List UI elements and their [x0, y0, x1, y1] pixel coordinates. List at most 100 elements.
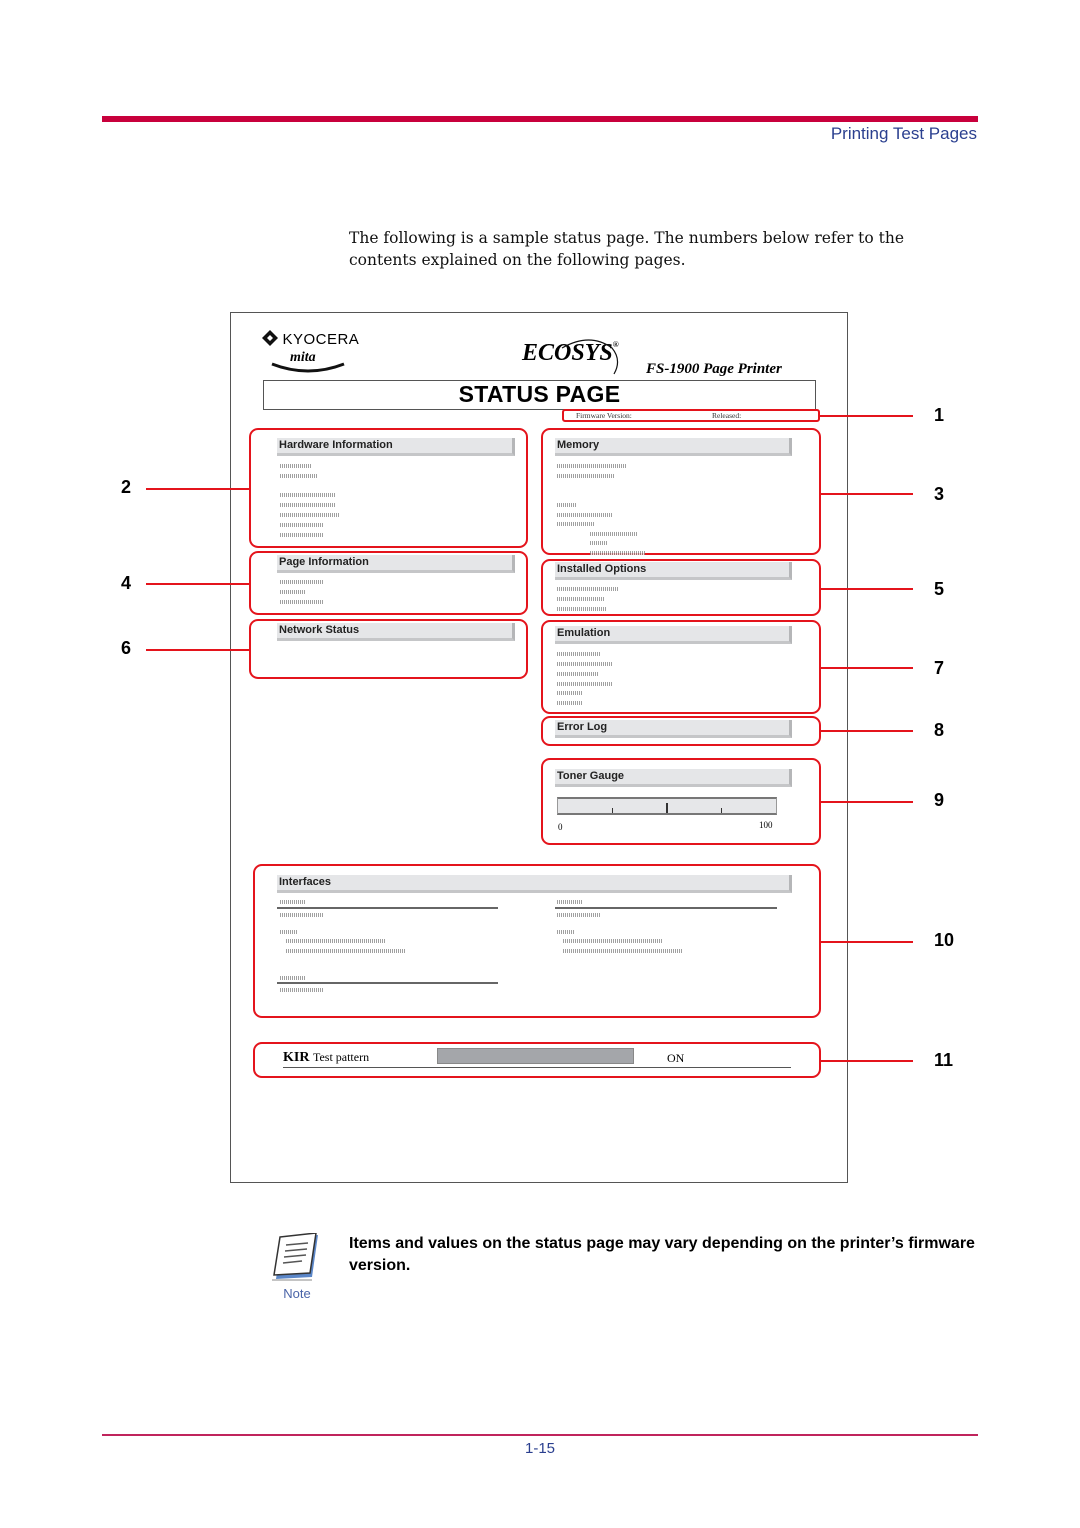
callout-number-1: 1 [934, 405, 945, 425]
placeholder-line [280, 900, 306, 904]
callout-number-4: 4 [121, 573, 132, 593]
callout-leader-10 [821, 941, 913, 943]
placeholder-line [280, 474, 318, 478]
installed-options-header: Installed Options [555, 562, 792, 580]
page-number: 1-15 [524, 1440, 556, 1457]
kir-value: ON [667, 1051, 685, 1065]
error-log-header: Error Log [555, 720, 792, 738]
placeholder-line [286, 949, 406, 953]
hardware-info-header: Hardware Information [277, 438, 515, 456]
placeholder-line [557, 662, 613, 666]
placeholder-line [280, 503, 336, 507]
callout-number-10: 10 [934, 930, 955, 950]
intro-paragraph: The following is a sample status page. T… [349, 229, 905, 269]
kir-label: KIR [283, 1050, 310, 1065]
callout-number-2: 2 [121, 477, 132, 497]
footer-rule [102, 1434, 978, 1436]
placeholder-line [280, 590, 306, 594]
callout-number-7: 7 [934, 658, 945, 678]
mita-swoosh-icon [271, 362, 345, 373]
placeholder-line [557, 691, 583, 695]
placeholder-line [590, 532, 638, 536]
callout-number-3: 3 [934, 484, 945, 504]
callout-number-6: 6 [121, 638, 132, 658]
kyocera-wordmark: KYOCERA [282, 331, 360, 348]
ecosys-arc-icon [561, 339, 619, 375]
page-info-header: Page Information [277, 555, 515, 573]
placeholder-line [590, 551, 645, 555]
gauge-tick [612, 808, 613, 813]
interfaces-header: Interfaces [277, 875, 792, 893]
placeholder-line [557, 652, 601, 656]
placeholder-line [280, 930, 298, 934]
kir-underline [283, 1067, 791, 1068]
interface-rule [277, 982, 498, 984]
note-icon [272, 1233, 318, 1281]
network-status-header: Network Status [277, 623, 515, 641]
kir-bar [437, 1048, 634, 1064]
placeholder-line [590, 541, 608, 545]
placeholder-line [280, 988, 324, 992]
callout-leader-5 [821, 588, 913, 590]
callout-leader-4 [146, 583, 249, 585]
kir-row: KIR Test pattern [283, 1050, 369, 1066]
placeholder-line [280, 600, 324, 604]
callout-leader-1 [820, 415, 913, 417]
callout-number-9: 9 [934, 790, 945, 810]
placeholder-line [557, 672, 599, 676]
kir-sublabel: Test pattern [312, 1050, 370, 1064]
placeholder-line [557, 587, 619, 591]
gauge-tick [666, 803, 668, 813]
toner-min-label: 0 [558, 822, 563, 832]
callout-leader-2 [146, 488, 249, 490]
placeholder-line [557, 682, 613, 686]
placeholder-line [557, 464, 627, 468]
placeholder-line [557, 900, 583, 904]
callout-leader-3 [821, 493, 913, 495]
placeholder-line [280, 464, 312, 468]
placeholder-line [280, 976, 306, 980]
placeholder-line [557, 913, 601, 917]
placeholder-line [557, 607, 607, 611]
released-label: Released: [712, 411, 742, 420]
status-page-title: STATUS PAGE [458, 381, 621, 407]
placeholder-line [557, 597, 605, 601]
placeholder-line [280, 580, 324, 584]
interface-rule [555, 907, 777, 909]
section-title: Printing Test Pages [830, 124, 977, 143]
note-label: Note [283, 1286, 311, 1301]
note-text: Items and values on the status page may … [349, 1235, 975, 1274]
placeholder-line [563, 949, 683, 953]
placeholder-line [286, 939, 386, 943]
callout-leader-11 [821, 1060, 913, 1062]
kyocera-logo: KYOCERA [262, 330, 359, 349]
placeholder-line [280, 523, 324, 527]
callout-leader-8 [821, 730, 913, 732]
placeholder-line [280, 913, 324, 917]
callout-leader-7 [821, 667, 913, 669]
callout-number-11: 11 [934, 1050, 954, 1070]
placeholder-line [557, 513, 612, 517]
kyocera-mark-icon [262, 330, 278, 346]
callout-leader-6 [146, 649, 249, 651]
emulation-header: Emulation [555, 626, 792, 644]
gauge-tick [721, 808, 722, 813]
callout-number-5: 5 [934, 579, 945, 599]
placeholder-line [557, 474, 615, 478]
toner-max-label: 100 [759, 820, 773, 830]
placeholder-line [557, 522, 595, 526]
memory-header: Memory [555, 438, 792, 456]
callout-leader-9 [821, 801, 913, 803]
placeholder-line [557, 701, 583, 705]
placeholder-line [563, 939, 663, 943]
callout-number-8: 8 [934, 720, 945, 740]
placeholder-line [280, 533, 324, 537]
placeholder-line [557, 930, 575, 934]
firmware-version-label: Firmware Version: [576, 411, 632, 420]
toner-gauge-header: Toner Gauge [555, 769, 792, 787]
placeholder-line [280, 493, 336, 497]
header-rule [102, 116, 978, 122]
placeholder-line [557, 503, 577, 507]
interface-rule [277, 907, 498, 909]
placeholder-line [280, 513, 340, 517]
